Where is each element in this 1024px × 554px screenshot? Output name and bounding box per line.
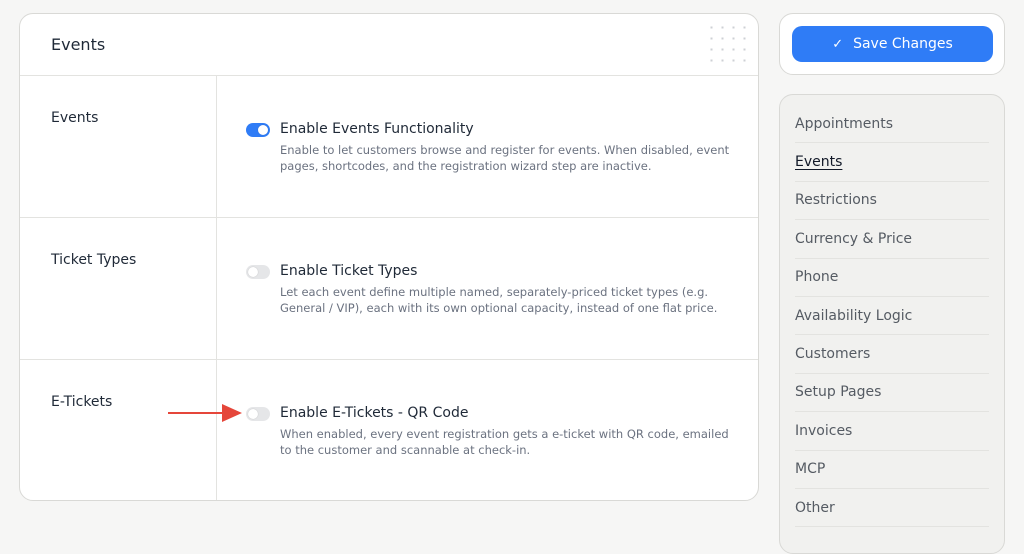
nav-item-availability-logic[interactable]: Availability Logic	[795, 297, 989, 336]
toggle-knob	[248, 267, 258, 277]
option-description: When enabled, every event registration g…	[280, 427, 729, 457]
ticket-types-toggle[interactable]	[246, 265, 270, 279]
row-body: Enable Events Functionality Enable to le…	[217, 76, 758, 217]
events-toggle[interactable]	[246, 123, 270, 137]
toggle-knob	[258, 125, 268, 135]
dot-pattern-decoration	[706, 22, 750, 66]
row-label: Ticket Types	[20, 218, 217, 359]
nav-item-currency-price[interactable]: Currency & Price	[795, 220, 989, 259]
nav-item-appointments[interactable]: Appointments	[795, 105, 989, 144]
setting-row-ticket-types: Ticket Types Enable Ticket Types Let eac…	[20, 218, 758, 360]
row-label: Events	[20, 76, 217, 217]
option-title: Enable Events Functionality	[280, 121, 474, 137]
setting-row-e-tickets: E-Tickets Enable E-Tickets - QR Code Whe…	[20, 360, 758, 500]
nav-item-restrictions[interactable]: Restrictions	[795, 182, 989, 221]
check-icon: ✓	[832, 36, 844, 52]
option-description: Let each event define multiple named, se…	[280, 285, 718, 315]
save-changes-button[interactable]: ✓ Save Changes	[792, 26, 993, 62]
card-title: Events	[51, 35, 106, 54]
settings-card: Events Events Enable Events Functionalit…	[19, 13, 759, 501]
nav-item-events[interactable]: Events	[795, 143, 989, 182]
option-title: Enable E-Tickets - QR Code	[280, 405, 469, 421]
nav-item-invoices[interactable]: Invoices	[795, 412, 989, 451]
nav-item-mcp[interactable]: MCP	[795, 451, 989, 489]
setting-row-events: Events Enable Events Functionality Enabl…	[20, 76, 758, 218]
card-header: Events	[20, 14, 758, 76]
e-tickets-toggle[interactable]	[246, 407, 270, 421]
row-label: E-Tickets	[20, 360, 217, 500]
settings-nav: Appointments Events Restrictions Currenc…	[779, 94, 1005, 554]
row-body: Enable E-Tickets - QR Code When enabled,…	[217, 360, 758, 500]
save-button-label: Save Changes	[853, 36, 953, 52]
nav-item-phone[interactable]: Phone	[795, 259, 989, 297]
nav-item-setup-pages[interactable]: Setup Pages	[795, 374, 989, 413]
nav-item-customers[interactable]: Customers	[795, 335, 989, 374]
save-panel: ✓ Save Changes	[779, 13, 1005, 75]
toggle-knob	[248, 409, 258, 419]
option-title: Enable Ticket Types	[280, 263, 418, 279]
annotation-arrow-icon	[168, 404, 242, 422]
nav-item-other[interactable]: Other	[795, 489, 989, 528]
row-body: Enable Ticket Types Let each event defin…	[217, 218, 758, 359]
option-description: Enable to let customers browse and regis…	[280, 143, 730, 173]
